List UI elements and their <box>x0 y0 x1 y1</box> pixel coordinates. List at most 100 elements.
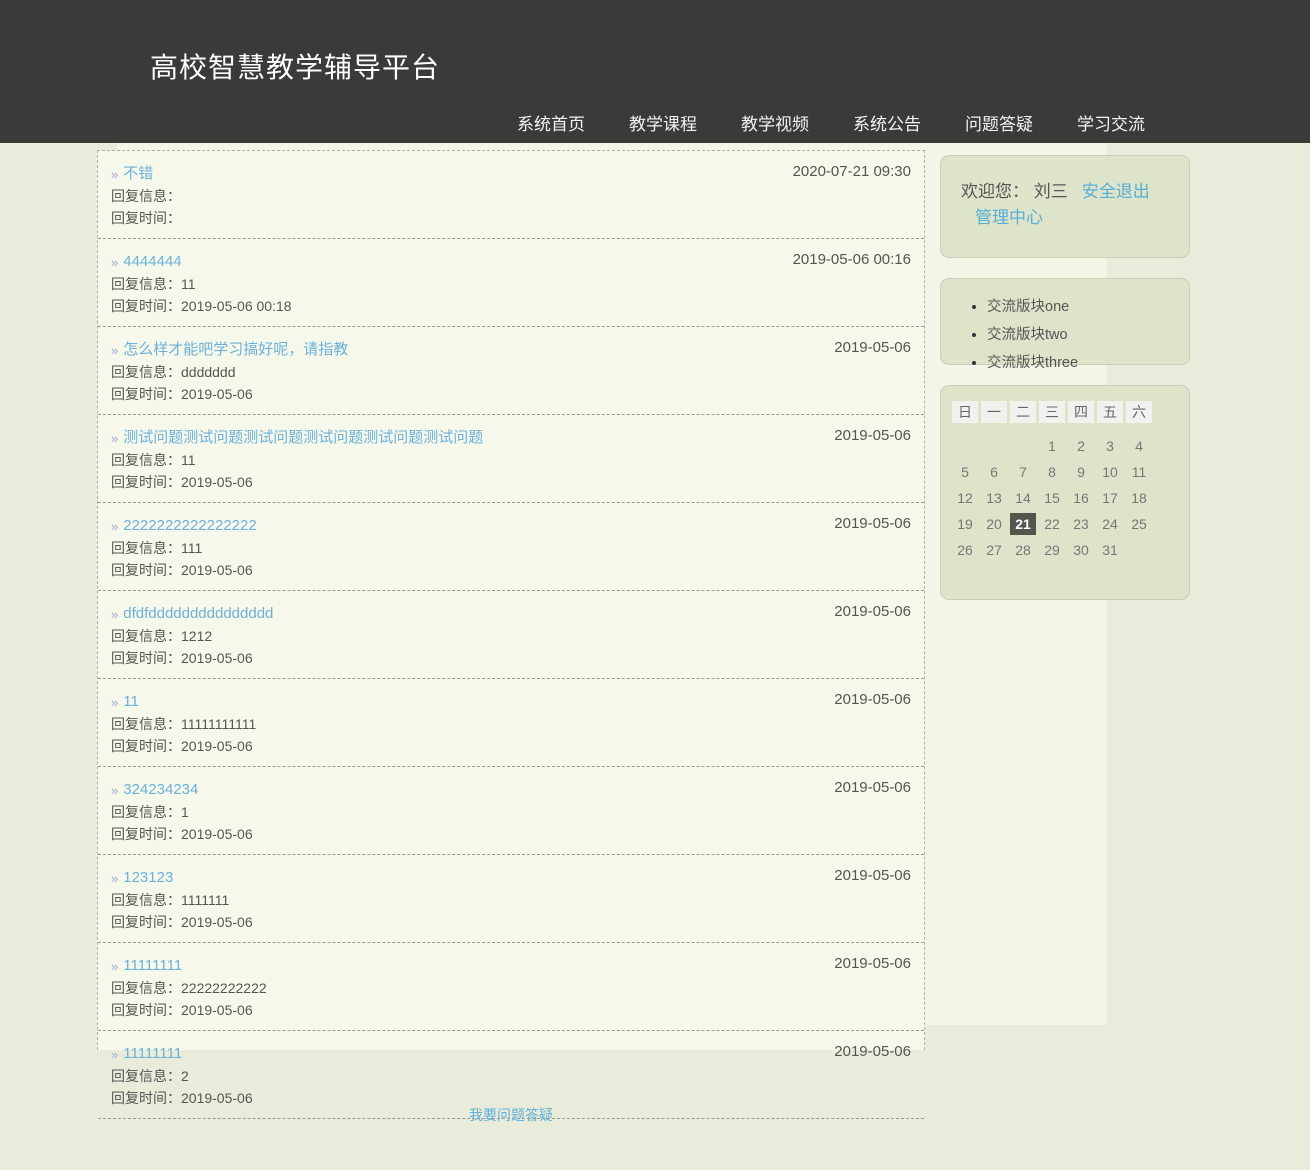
reply-time-value: 2019-05-06 <box>181 914 253 930</box>
nav-item[interactable]: 教学课程 <box>629 110 697 135</box>
calendar-day[interactable]: 3 <box>1097 435 1123 457</box>
qa-date: 2019-05-06 <box>834 867 911 884</box>
sidebar: 欢迎您： 刘三安全退出管理中心 交流版块one 交流版块two 交流版块thre… <box>940 155 1190 620</box>
calendar-day[interactable]: 10 <box>1097 461 1123 483</box>
welcome-greeting: 欢迎您： 刘三 <box>961 182 1068 201</box>
reply-info-value: 11 <box>181 276 196 292</box>
reply-info-label: 回复信息： <box>111 804 181 820</box>
calendar-day[interactable]: 23 <box>1068 513 1094 535</box>
calendar-day[interactable]: 1 <box>1039 435 1065 457</box>
double-arrow-icon: » <box>111 255 118 270</box>
board-item-label[interactable]: 交流版块one <box>987 299 1069 315</box>
qa-title-link[interactable]: 324234234 <box>123 781 198 798</box>
reply-time-label: 回复时间： <box>111 914 181 930</box>
qa-item: »2222222222222222 2019-05-06 回复信息：111 回复… <box>98 503 924 591</box>
ask-question-link[interactable]: 我要问题答疑 <box>469 1107 553 1123</box>
qa-reply-info-line: 回复信息： <box>111 188 910 205</box>
weekday-cell: 三 <box>1039 401 1065 423</box>
reply-time-value: 2019-05-06 <box>181 738 253 754</box>
qa-item: »不错 2020-07-21 09:30 回复信息： 回复时间： <box>98 151 924 239</box>
qa-title-link[interactable]: 4444444 <box>123 253 181 270</box>
nav-item[interactable]: 系统公告 <box>853 110 921 135</box>
calendar-day[interactable]: 30 <box>1068 539 1094 561</box>
double-arrow-icon: » <box>111 783 118 798</box>
reply-info-label: 回复信息： <box>111 980 181 996</box>
qa-reply-info-line: 回复信息：1212 <box>111 628 910 645</box>
calendar-day[interactable]: 31 <box>1097 539 1123 561</box>
calendar-day[interactable]: 28 <box>1010 539 1036 561</box>
calendar-day[interactable]: 7 <box>1010 461 1036 483</box>
qa-date: 2019-05-06 <box>834 603 911 620</box>
qa-date: 2019-05-06 00:16 <box>793 251 911 268</box>
welcome-content: 欢迎您： 刘三安全退出管理中心 <box>961 179 1169 231</box>
qa-title-link[interactable]: 123123 <box>123 869 173 886</box>
calendar-day[interactable]: 18 <box>1126 487 1152 509</box>
calendar-day[interactable]: 2 <box>1068 435 1094 457</box>
calendar-day[interactable]: 25 <box>1126 513 1152 535</box>
calendar-days: 1 2 3 4 5 6 7 8 9 10 11 12 13 14 15 16 1… <box>952 435 1189 565</box>
calendar-day[interactable]: 11 <box>1126 461 1152 483</box>
reply-time-label: 回复时间： <box>111 562 181 578</box>
qa-title-link[interactable]: 怎么样才能吧学习搞好呢，请指教 <box>123 341 348 358</box>
calendar-day[interactable]: 22 <box>1039 513 1065 535</box>
weekday-cell: 四 <box>1068 401 1094 423</box>
calendar-day[interactable]: 16 <box>1068 487 1094 509</box>
calendar-day[interactable]: 27 <box>981 539 1007 561</box>
qa-date: 2019-05-06 <box>834 779 911 796</box>
double-arrow-icon: » <box>111 343 118 358</box>
calendar-day[interactable]: 12 <box>952 487 978 509</box>
reply-time-label: 回复时间： <box>111 650 181 666</box>
reply-time-value: 2019-05-06 <box>181 1002 253 1018</box>
qa-title-row: »dfdfddddddddddddddd <box>111 604 910 623</box>
reply-info-value: 11111111111 <box>181 716 256 732</box>
qa-item: »测试问题测试问题测试问题测试问题测试问题测试问题 2019-05-06 回复信… <box>98 415 924 503</box>
nav-item[interactable]: 问题答疑 <box>965 110 1033 135</box>
board-item-label[interactable]: 交流版块two <box>987 327 1068 343</box>
qa-date: 2019-05-06 <box>834 691 911 708</box>
calendar-day[interactable]: 5 <box>952 461 978 483</box>
calendar-day[interactable]: 15 <box>1039 487 1065 509</box>
calendar-day[interactable]: 19 <box>952 513 978 535</box>
qa-title-link[interactable]: 2222222222222222 <box>123 517 256 534</box>
qa-reply-time-line: 回复时间：2019-05-06 <box>111 474 910 491</box>
calendar-day[interactable]: 14 <box>1010 487 1036 509</box>
qa-title-row: » 11111111 <box>111 956 910 975</box>
reply-info-value: ddddddd <box>181 364 236 380</box>
calendar-day[interactable]: 9 <box>1068 461 1094 483</box>
double-arrow-icon: » <box>111 959 118 974</box>
qa-title-row: » 4444444 <box>111 252 910 271</box>
nav-item[interactable]: 系统首页 <box>517 110 585 135</box>
qa-title-link[interactable]: 不错 <box>123 165 153 182</box>
qa-date: 2019-05-06 <box>834 515 911 532</box>
board-item: 交流版块one <box>987 295 1189 316</box>
logout-link[interactable]: 安全退出 <box>1082 182 1150 201</box>
qa-item: »123123 2019-05-06 回复信息：1111111 回复时间：201… <box>98 855 924 943</box>
calendar-day-selected[interactable]: 21 <box>1010 513 1036 535</box>
calendar-day[interactable]: 24 <box>1097 513 1123 535</box>
reply-time-value: 2019-05-06 <box>181 826 253 842</box>
calendar-day[interactable]: 17 <box>1097 487 1123 509</box>
qa-title-link[interactable]: 11 <box>123 693 139 710</box>
calendar-day[interactable]: 6 <box>981 461 1007 483</box>
calendar-day[interactable]: 4 <box>1126 435 1152 457</box>
admin-center-link[interactable]: 管理中心 <box>975 208 1043 227</box>
qa-reply-time-line: 回复时间：2019-05-06 <box>111 826 910 843</box>
calendar-day[interactable]: 26 <box>952 539 978 561</box>
qa-reply-info-line: 回复信息：1111111 <box>111 892 910 909</box>
reply-time-value: 2019-05-06 <box>181 650 253 666</box>
calendar-day[interactable]: 13 <box>981 487 1007 509</box>
qa-title-row: »测试问题测试问题测试问题测试问题测试问题测试问题 <box>111 428 910 447</box>
page-wrapper: »不错 2020-07-21 09:30 回复信息： 回复时间： »444444… <box>117 143 1107 1025</box>
reply-info-label: 回复信息： <box>111 452 181 468</box>
reply-time-label: 回复时间： <box>111 826 181 842</box>
nav-item[interactable]: 学习交流 <box>1077 110 1145 135</box>
calendar-day[interactable]: 8 <box>1039 461 1065 483</box>
qa-reply-time-line: 回复时间：2019-05-06 <box>111 650 910 667</box>
qa-title-link[interactable]: dfdfddddddddddddddd <box>123 605 273 622</box>
qa-title-link[interactable]: 11111111 <box>123 957 182 974</box>
board-item-label[interactable]: 交流版块three <box>987 355 1078 371</box>
nav-item[interactable]: 教学视频 <box>741 110 809 135</box>
calendar-day[interactable]: 20 <box>981 513 1007 535</box>
qa-title-link[interactable]: 测试问题测试问题测试问题测试问题测试问题测试问题 <box>123 429 483 446</box>
calendar-day[interactable]: 29 <box>1039 539 1065 561</box>
